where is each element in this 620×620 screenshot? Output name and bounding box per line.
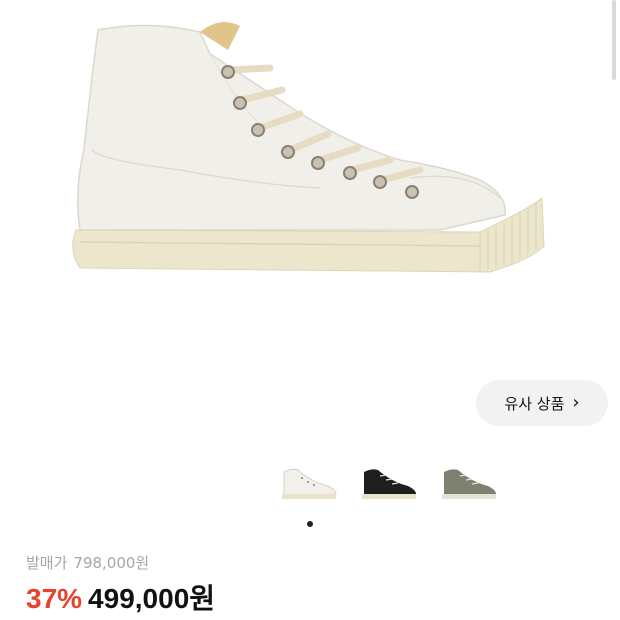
similar-products-button[interactable]: 유사 상품 ›: [476, 380, 608, 426]
original-price: 발매가 798,000원: [26, 552, 149, 573]
sale-price: 499,000원: [88, 583, 216, 614]
discount-rate: 37%: [26, 583, 83, 614]
chevron-right-icon: ›: [572, 392, 580, 413]
image-pagination: [307, 521, 313, 527]
similar-products-label: 유사 상품: [504, 394, 565, 413]
thumbnail-white[interactable]: [278, 458, 338, 508]
original-price-label: 발매가: [26, 554, 68, 572]
scroll-indicator: [612, 0, 616, 80]
product-image: [60, 10, 560, 300]
pagination-dot-active[interactable]: [307, 521, 313, 527]
color-thumbnails: [278, 458, 498, 508]
thumbnail-olive[interactable]: [438, 458, 498, 508]
thumbnail-black[interactable]: [358, 458, 418, 508]
sale-price-row: 37% 499,000원: [26, 577, 215, 617]
original-price-value: 798,000원: [73, 554, 150, 572]
sneaker-illustration: [72, 22, 545, 273]
